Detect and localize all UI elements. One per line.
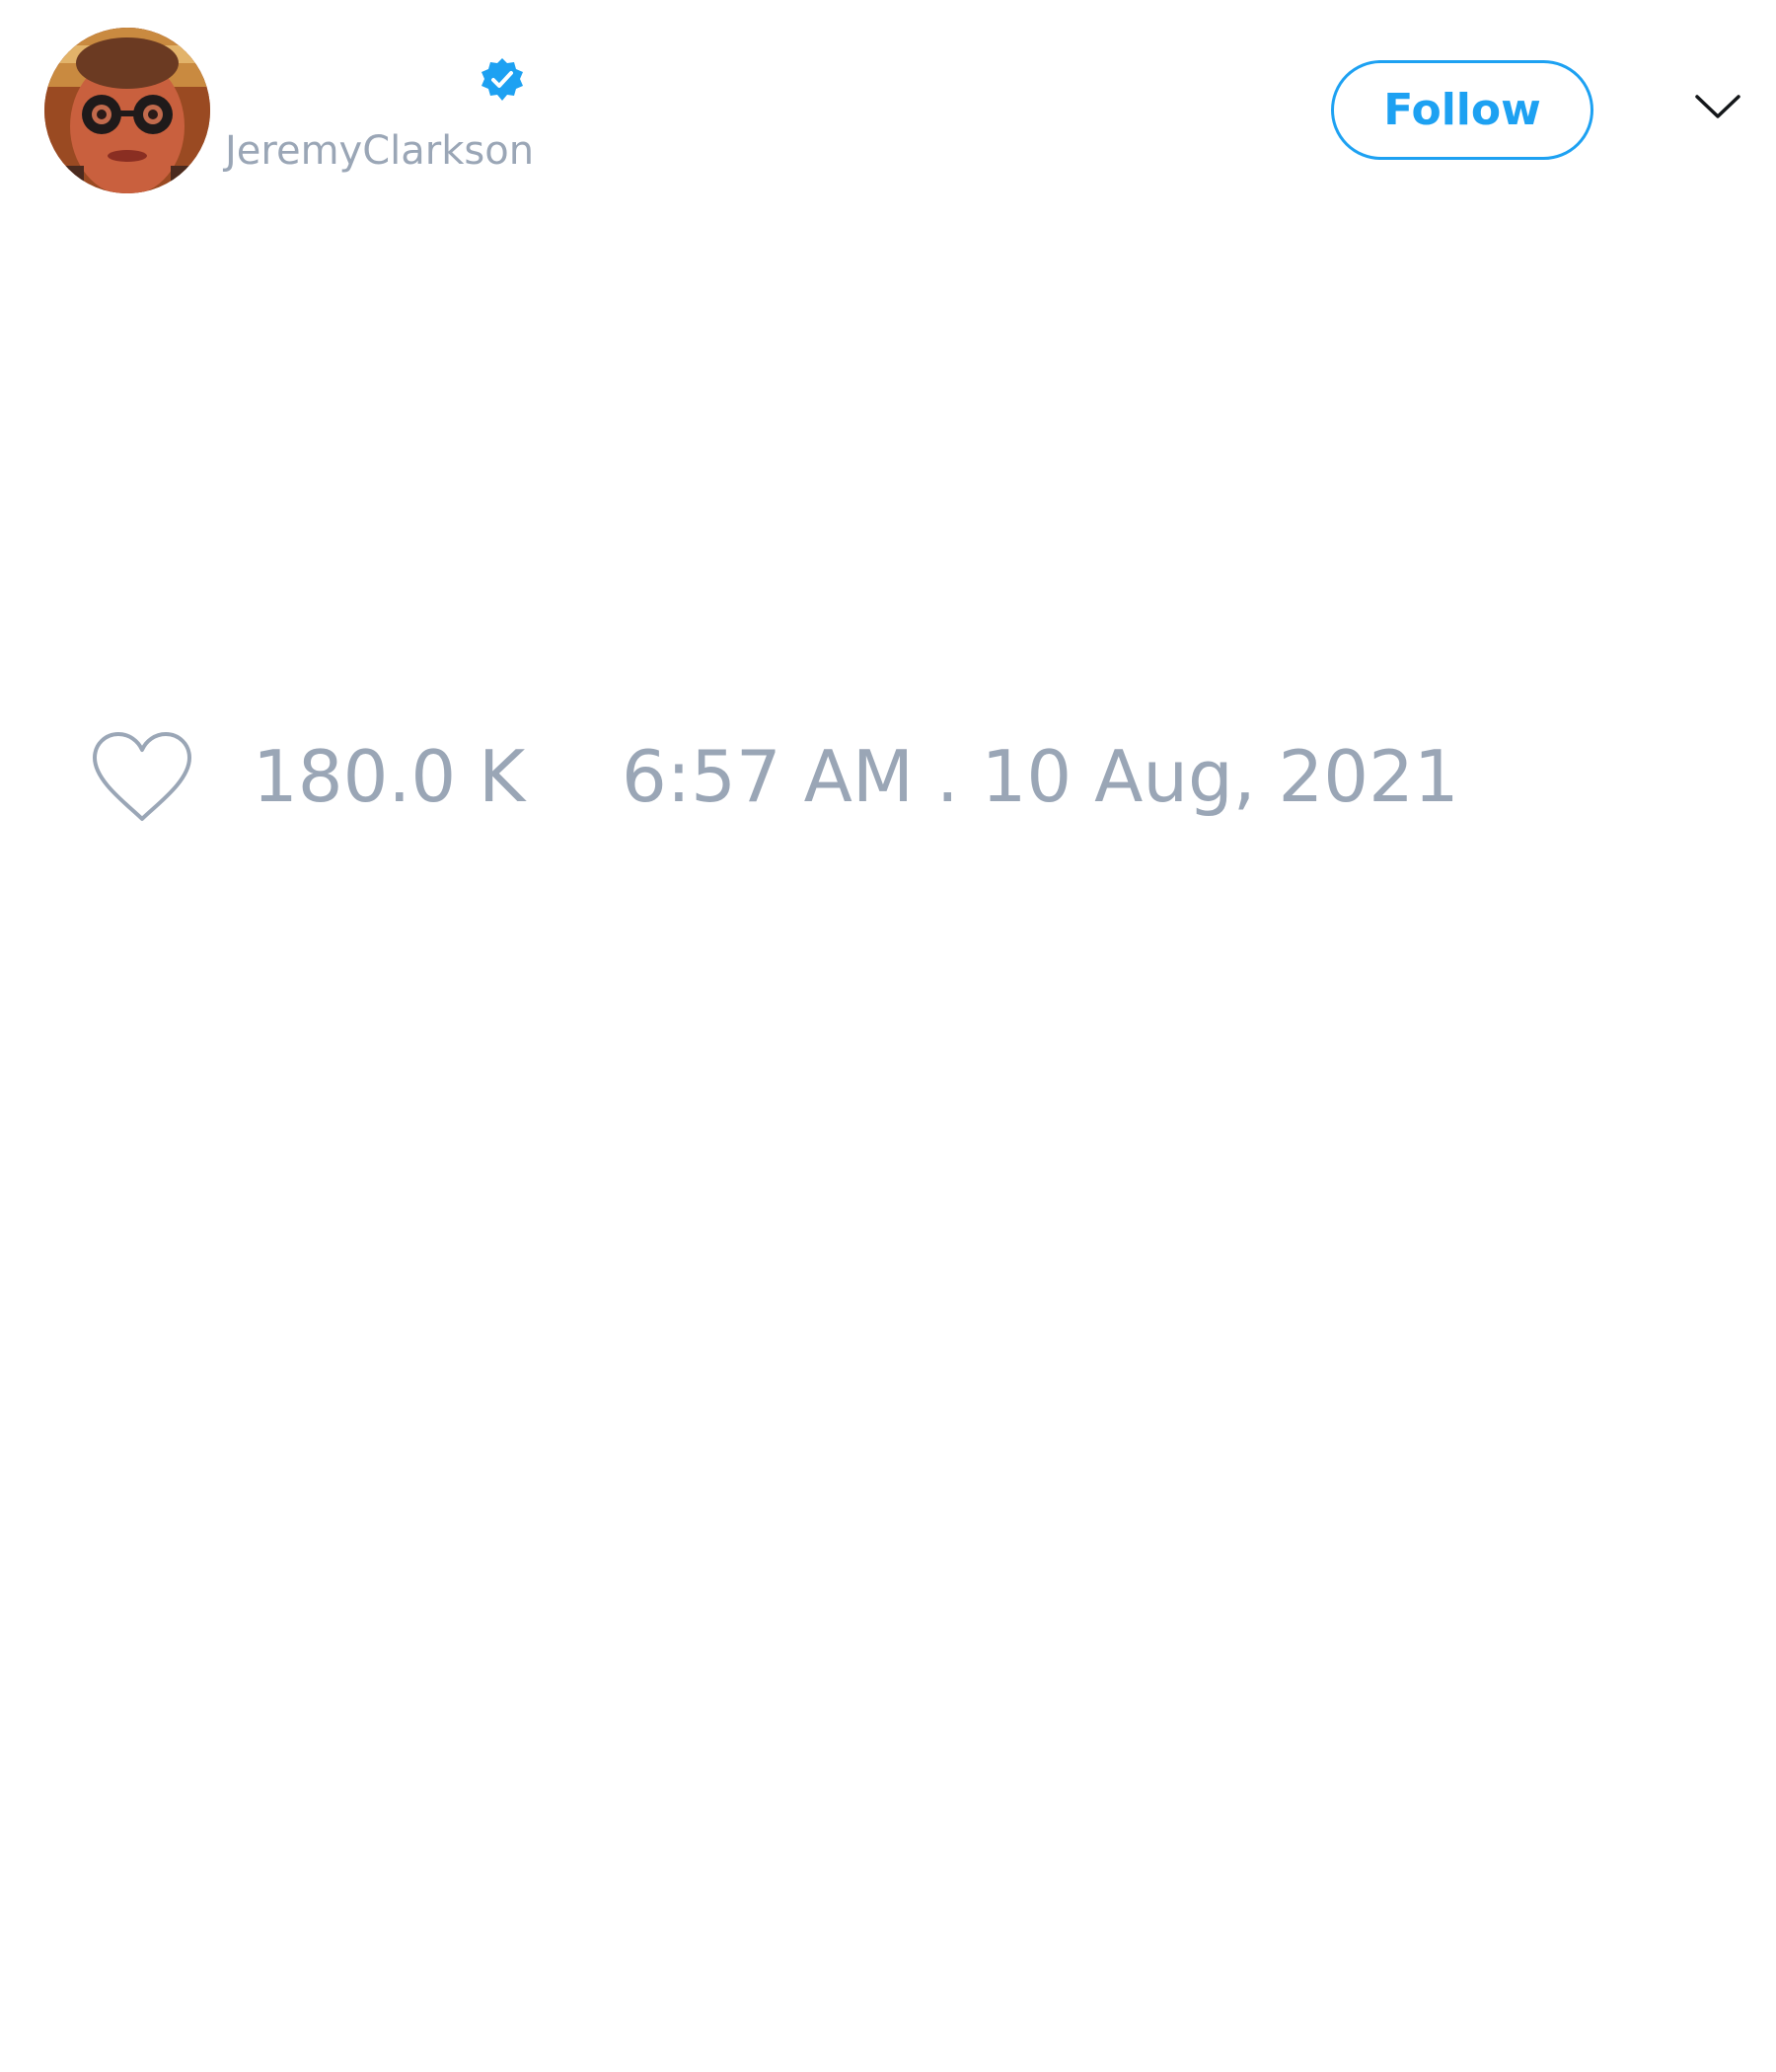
avatar[interactable] (44, 28, 210, 193)
tweet-meta-row: 180.0 K 6:57 AM . 10 Aug, 2021 (0, 720, 1776, 839)
verified-badge-icon (479, 56, 526, 104)
tweet-timestamp[interactable]: 6:57 AM . 10 Aug, 2021 (622, 732, 1459, 821)
like-count: 180.0 K (253, 735, 526, 818)
user-handle[interactable]: JeremyClarkson (225, 126, 534, 176)
heart-icon[interactable] (89, 730, 195, 825)
follow-button[interactable]: Follow (1331, 60, 1593, 160)
tweet-header: JeremyClarkson Follow (0, 0, 1776, 207)
avatar-image (44, 28, 210, 193)
chevron-down-icon[interactable] (1693, 91, 1742, 122)
